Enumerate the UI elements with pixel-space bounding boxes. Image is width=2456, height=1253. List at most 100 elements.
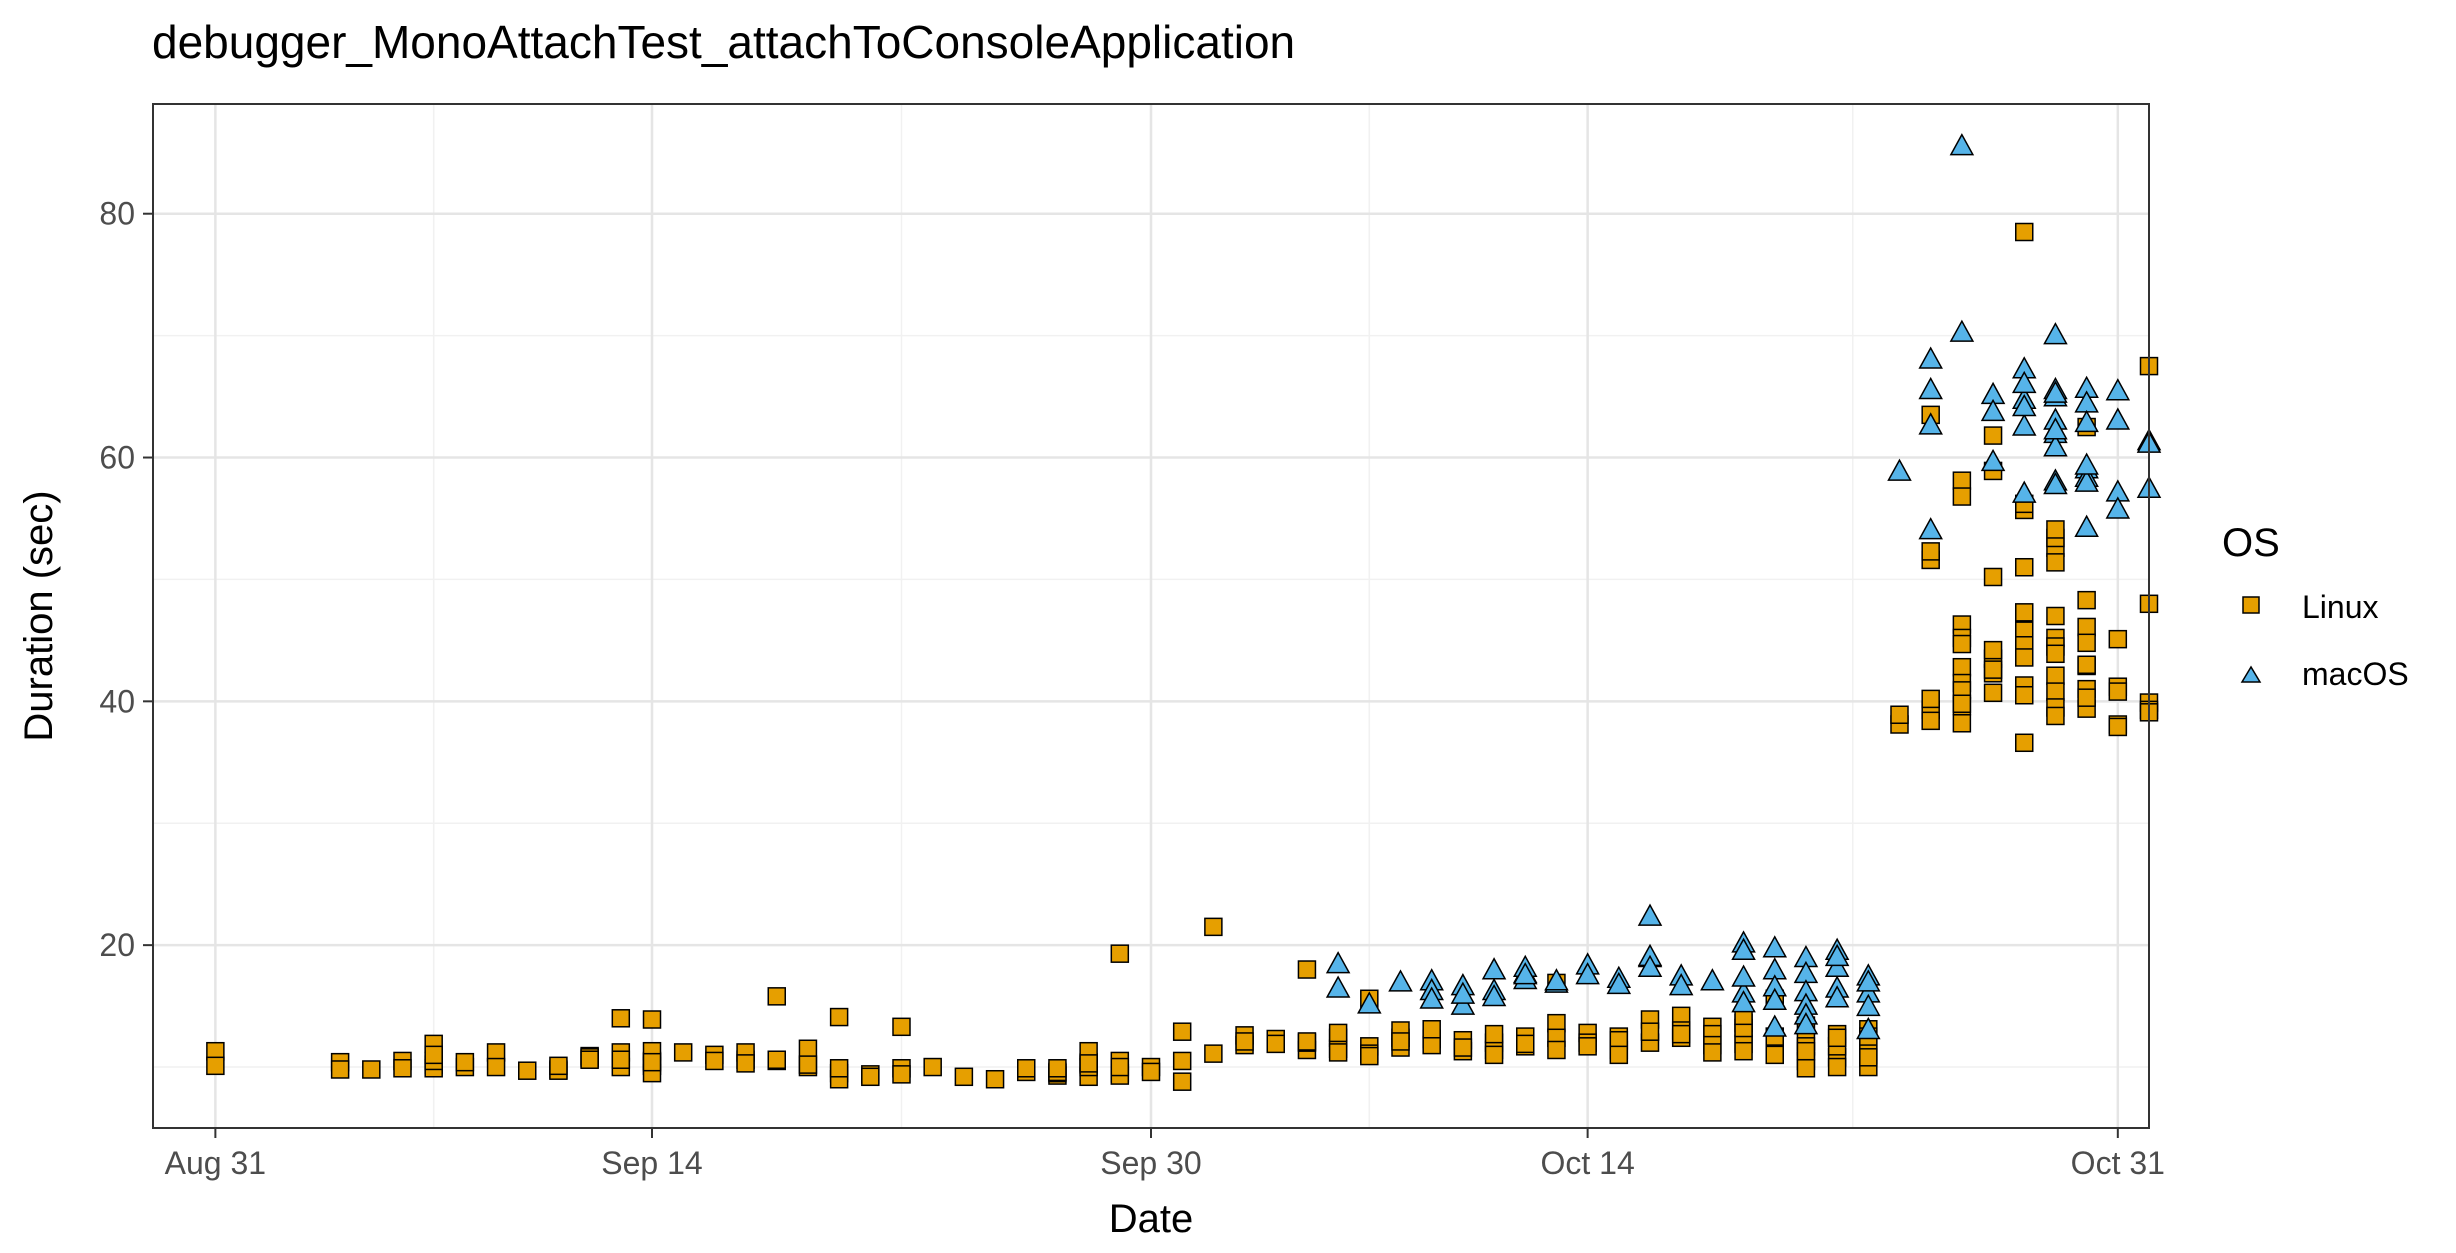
data-point-linux	[2015, 648, 2034, 667]
data-point-linux	[2046, 606, 2065, 626]
data-point-linux	[1890, 705, 1909, 724]
data-point-linux	[1017, 1059, 1036, 1078]
y-axis-label: Duration (sec)	[17, 490, 61, 741]
x-tick-label: Oct 14	[1540, 1145, 1634, 1181]
data-point-linux	[798, 1039, 818, 1059]
data-point-linux	[829, 1007, 849, 1027]
data-point-linux	[1609, 1045, 1629, 1065]
data-point-linux	[2015, 603, 2034, 622]
data-point-linux	[1297, 1032, 1317, 1051]
data-point-linux	[2108, 629, 2128, 649]
data-point-linux	[1859, 1048, 1878, 1067]
data-point-linux	[424, 1045, 443, 1065]
data-point-linux	[2046, 520, 2065, 539]
data-point-linux	[2108, 682, 2128, 701]
data-point-linux	[518, 1061, 537, 1080]
data-point-linux	[829, 1059, 849, 1078]
data-point-linux	[1516, 1034, 1535, 1054]
data-point-linux	[206, 1056, 225, 1076]
data-point-linux	[705, 1051, 724, 1071]
data-point-linux	[1796, 1059, 1816, 1078]
data-point-linux	[1172, 1022, 1192, 1041]
data-point-linux	[1297, 960, 1317, 979]
data-point-linux	[362, 1060, 381, 1079]
data-point-linux	[1921, 542, 1940, 561]
data-point-linux	[1921, 689, 1940, 709]
data-point-linux	[2108, 717, 2128, 737]
data-point-linux	[1360, 1046, 1379, 1066]
data-point-linux	[393, 1059, 412, 1078]
data-point-linux	[1983, 426, 2003, 445]
data-point-linux	[1328, 1043, 1348, 1062]
data-point-linux	[2046, 644, 2065, 664]
data-point-linux	[1110, 944, 1130, 963]
data-point-linux	[985, 1069, 1005, 1089]
data-point-linux	[1266, 1034, 1285, 1054]
data-point-linux	[1048, 1059, 1067, 1078]
data-point-linux	[1983, 683, 2003, 703]
y-tick-label: 80	[99, 196, 135, 232]
data-point-linux	[2015, 557, 2034, 577]
data-point-linux	[2077, 633, 2096, 653]
data-point-linux	[1952, 714, 1972, 733]
data-point-linux	[2046, 553, 2065, 572]
data-point-linux	[2046, 706, 2065, 726]
data-point-linux	[1983, 567, 2003, 587]
data-point-linux	[2015, 733, 2034, 753]
data-point-linux	[1391, 1032, 1410, 1051]
data-point-linux	[1422, 1020, 1441, 1039]
y-tick-label: 40	[99, 683, 135, 719]
y-tick-label: 20	[99, 927, 135, 963]
data-point-linux	[330, 1060, 350, 1079]
data-point-linux	[2077, 590, 2096, 610]
data-point-linux	[2015, 685, 2034, 705]
data-point-linux	[642, 1010, 662, 1029]
data-point-linux	[798, 1055, 818, 1074]
data-point-linux	[767, 987, 786, 1006]
x-tick-label: Aug 31	[165, 1145, 266, 1181]
x-tick-label: Sep 30	[1100, 1145, 1201, 1181]
data-point-linux	[1827, 1057, 1847, 1077]
data-point-linux	[611, 1009, 631, 1028]
data-point-linux	[1204, 1044, 1223, 1063]
data-point-linux	[2046, 682, 2065, 701]
data-point-linux	[1204, 917, 1223, 937]
data-point-linux	[1734, 1041, 1753, 1061]
legend-label-macos: macOS	[2302, 656, 2409, 692]
data-point-linux	[673, 1043, 693, 1062]
data-point-linux	[455, 1052, 475, 1072]
data-point-linux	[892, 1065, 911, 1084]
data-point-linux	[2015, 222, 2034, 242]
chart-title: debugger_MonoAttachTest_attachToConsoleA…	[152, 16, 1295, 68]
data-point-linux	[2077, 688, 2096, 707]
data-point-linux	[1578, 1037, 1597, 1056]
y-tick-label: 60	[99, 440, 135, 476]
data-point-linux	[2077, 617, 2096, 637]
x-tick-label: Sep 14	[601, 1145, 702, 1181]
data-point-linux	[1453, 1038, 1473, 1057]
data-point-linux	[1765, 1045, 1784, 1065]
data-point-linux	[1952, 487, 1972, 506]
data-point-linux	[1921, 711, 1940, 731]
x-tick-label: Oct 31	[2071, 1145, 2165, 1181]
x-axis-label: Date	[1109, 1197, 1194, 1241]
data-point-linux	[1952, 657, 1972, 677]
legend-title: OS	[2222, 521, 2280, 565]
data-point-linux	[1796, 1041, 1816, 1061]
data-point-linux	[1484, 1045, 1504, 1065]
data-point-linux	[1983, 660, 2003, 679]
data-point-linux	[1484, 1024, 1504, 1044]
legend-marker-linux	[2242, 596, 2260, 614]
data-point-linux	[892, 1017, 911, 1037]
data-point-linux	[549, 1056, 568, 1076]
data-point-linux	[1547, 1040, 1566, 1060]
data-point-linux	[1827, 1028, 1847, 1048]
data-point-linux	[1983, 640, 2003, 660]
data-point-linux	[1952, 471, 1972, 490]
legend-label-linux: Linux	[2302, 589, 2379, 625]
data-point-linux	[1422, 1035, 1441, 1055]
chart: debugger_MonoAttachTest_attachToConsoleA…	[0, 0, 2456, 1253]
data-point-linux	[1079, 1054, 1098, 1073]
data-point-linux	[1110, 1057, 1130, 1077]
data-point-linux	[861, 1067, 880, 1087]
